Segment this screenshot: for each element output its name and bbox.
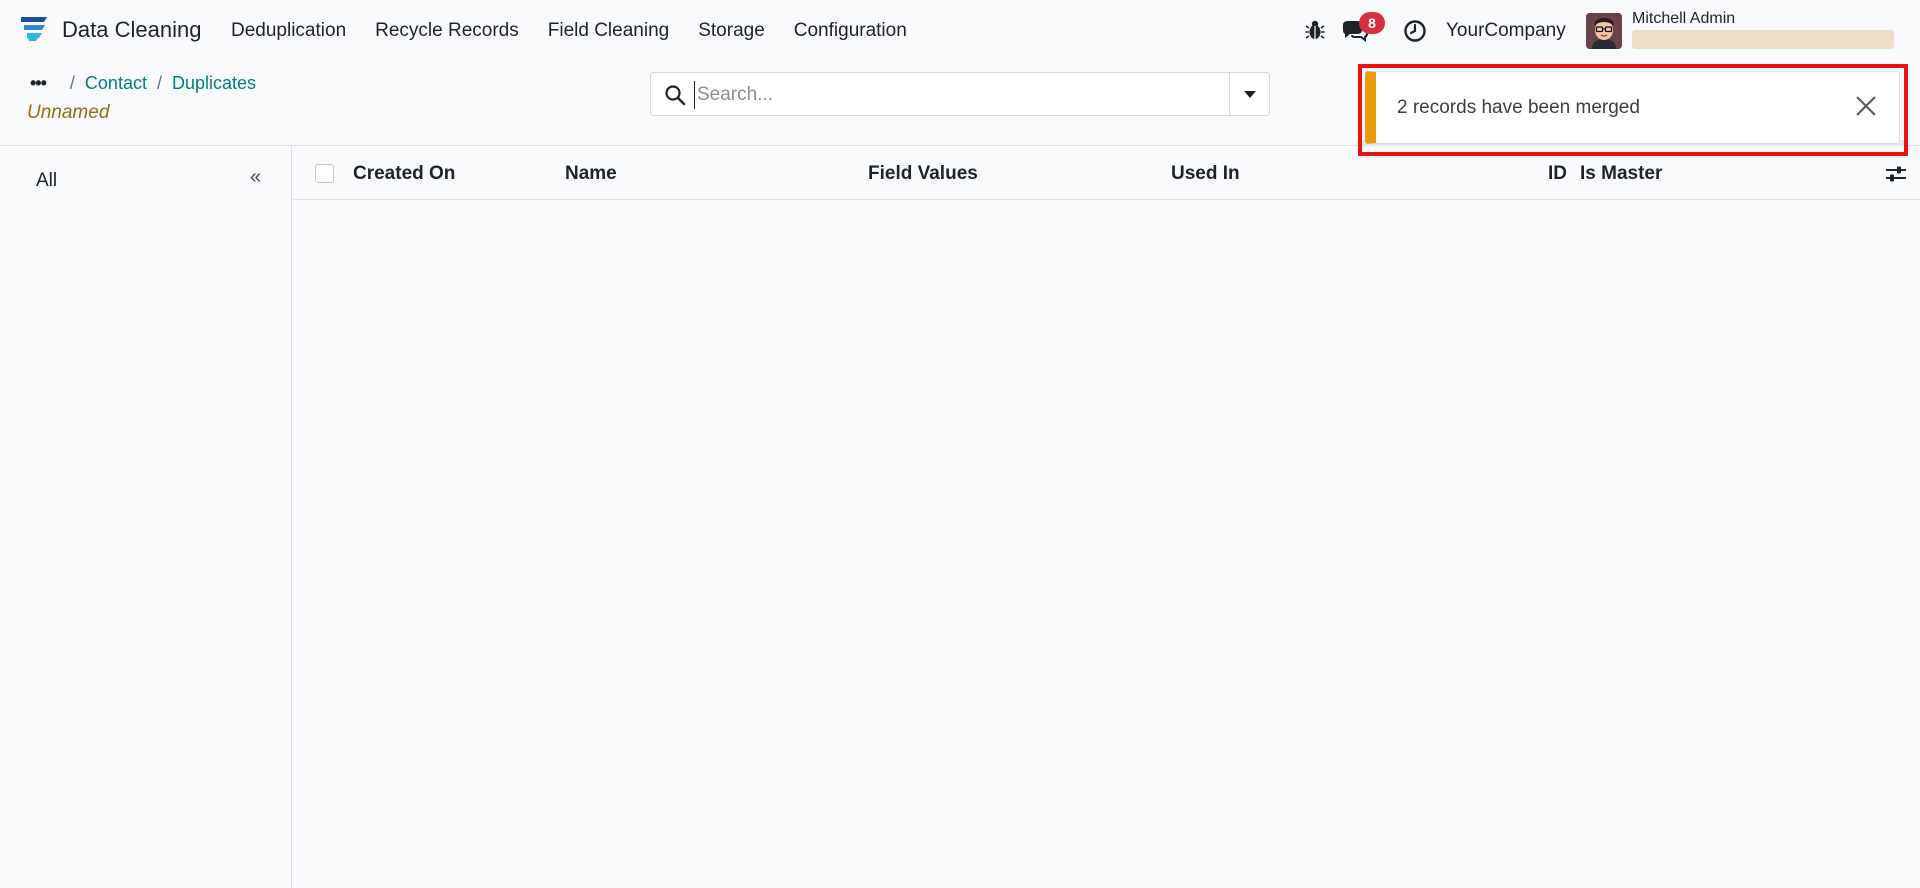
user-name[interactable]: Mitchell Admin <box>1632 10 1735 28</box>
breadcrumb-item-duplicates[interactable]: Duplicates <box>172 73 256 94</box>
main-menu: Deduplication Recycle Records Field Clea… <box>231 20 936 42</box>
company-switcher[interactable]: YourCompany <box>1446 20 1566 42</box>
search-panel: All « <box>0 146 292 888</box>
data-cleaning-logo-icon[interactable] <box>20 16 48 42</box>
notification-toast: 2 records have been merged <box>1365 71 1900 144</box>
record-name: Unnamed <box>27 102 110 123</box>
column-header-created-on[interactable]: Created On <box>353 163 455 185</box>
close-icon[interactable] <box>1855 95 1877 117</box>
column-header-used-in[interactable]: Used In <box>1171 163 1240 185</box>
breadcrumb-separator: / <box>156 73 162 93</box>
menu-item-storage[interactable]: Storage <box>698 20 765 42</box>
collapse-panel-icon[interactable]: « <box>250 166 261 189</box>
search-panel-item-all[interactable]: All <box>36 170 57 192</box>
breadcrumb: ••• / Contact / Duplicates <box>30 73 256 94</box>
column-header-name[interactable]: Name <box>565 163 617 185</box>
search-options-toggle[interactable] <box>1229 73 1269 115</box>
clock-icon[interactable] <box>1403 19 1427 43</box>
messages-count-badge: 8 <box>1359 12 1385 34</box>
caret-down-icon <box>1243 90 1256 98</box>
toast-message: 2 records have been merged <box>1397 97 1640 118</box>
breadcrumb-ellipsis[interactable]: ••• <box>30 73 47 94</box>
column-header-is-master[interactable]: Is Master <box>1580 163 1662 185</box>
menu-item-deduplication[interactable]: Deduplication <box>231 20 346 42</box>
menu-item-recycle-records[interactable]: Recycle Records <box>375 20 519 42</box>
user-avatar[interactable] <box>1586 13 1622 49</box>
app-name[interactable]: Data Cleaning <box>62 17 201 43</box>
user-database-redacted <box>1632 30 1894 49</box>
optional-columns-icon[interactable] <box>1885 164 1907 184</box>
column-header-field-values[interactable]: Field Values <box>868 163 978 185</box>
menu-item-field-cleaning[interactable]: Field Cleaning <box>548 20 669 42</box>
search-icon <box>665 85 686 106</box>
bug-icon[interactable] <box>1305 19 1325 41</box>
top-navbar: Data Cleaning Deduplication Recycle Reco… <box>0 0 1920 62</box>
menu-item-configuration[interactable]: Configuration <box>794 20 907 42</box>
column-header-id[interactable]: ID <box>1548 163 1567 185</box>
search-bar <box>650 72 1270 116</box>
breadcrumb-item-contact[interactable]: Contact <box>85 73 147 94</box>
search-input[interactable] <box>694 81 1214 109</box>
select-all-checkbox[interactable] <box>315 164 334 183</box>
breadcrumb-separator: / <box>69 73 75 93</box>
